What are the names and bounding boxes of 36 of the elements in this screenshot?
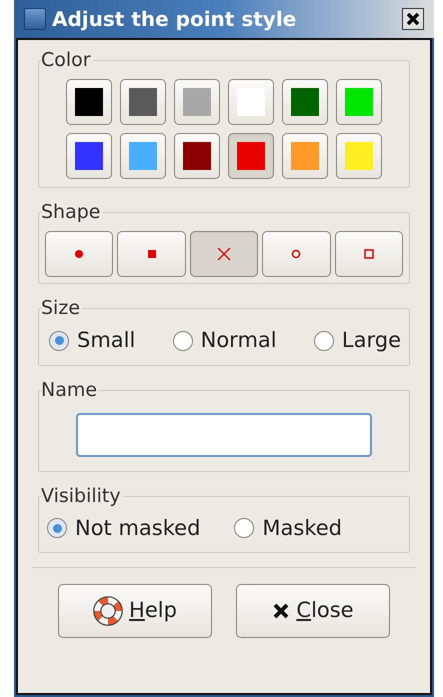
shape-button[interactable] xyxy=(117,231,186,277)
color-swatch-button[interactable] xyxy=(282,133,328,179)
close-icon xyxy=(272,602,290,620)
name-field[interactable] xyxy=(76,412,372,456)
radio-button[interactable] xyxy=(49,330,69,351)
help-button[interactable]: Help xyxy=(58,584,212,638)
close-button[interactable]: Close xyxy=(236,584,390,638)
cross-icon xyxy=(216,246,232,262)
lifebuoy-icon xyxy=(93,596,124,626)
radio-label: Not masked xyxy=(75,514,200,542)
color-swatch-button[interactable] xyxy=(66,133,112,179)
shape-button[interactable] xyxy=(45,231,114,277)
radio-label: Masked xyxy=(262,514,342,542)
radio-button[interactable] xyxy=(172,330,193,351)
close-icon[interactable] xyxy=(402,8,424,30)
radio-button[interactable] xyxy=(234,518,254,538)
color-swatch-button[interactable] xyxy=(228,79,274,125)
shape-button[interactable] xyxy=(190,231,258,277)
color-swatch-button[interactable] xyxy=(228,133,274,179)
radio-button[interactable] xyxy=(314,330,334,351)
radio-label: Large xyxy=(342,327,401,354)
radio-label: Normal xyxy=(200,327,277,354)
radio-label: Small xyxy=(77,327,136,354)
window-menu-icon[interactable] xyxy=(24,8,46,30)
color-swatch-button[interactable] xyxy=(174,133,220,179)
radio-button[interactable] xyxy=(47,518,67,538)
color-swatch-button[interactable] xyxy=(66,79,112,125)
color-swatch-button[interactable] xyxy=(336,133,382,179)
color-swatch-button[interactable] xyxy=(120,133,166,179)
window-title: Adjust the point style xyxy=(52,9,296,29)
color-swatch-button[interactable] xyxy=(282,79,328,125)
shape-button[interactable] xyxy=(334,231,404,277)
color-swatch-button[interactable] xyxy=(174,79,220,125)
color-swatch-button[interactable] xyxy=(336,79,382,125)
color-swatch-button[interactable] xyxy=(120,79,166,125)
shape-button[interactable] xyxy=(262,231,331,277)
